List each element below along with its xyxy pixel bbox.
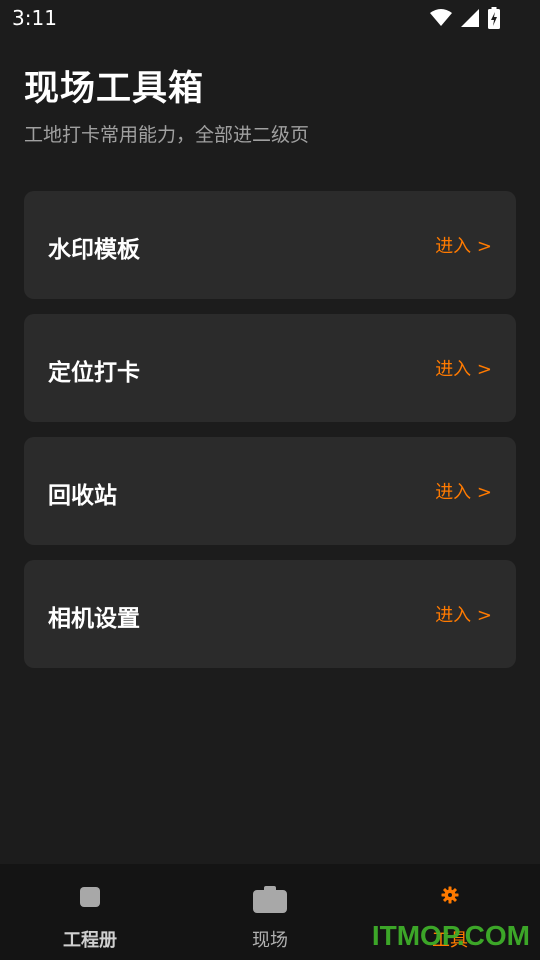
- enter-link[interactable]: 进入 >: [435, 478, 492, 504]
- card-camera-settings[interactable]: 相机设置 进入 >: [24, 560, 516, 668]
- wifi-icon: [430, 9, 452, 27]
- card-recycle-bin[interactable]: 回收站 进入 >: [24, 437, 516, 545]
- gear-icon: [441, 886, 459, 908]
- card-title: 定位打卡: [48, 360, 140, 386]
- nav-item-site[interactable]: 现场: [180, 864, 360, 960]
- battery-charging-icon: [488, 7, 500, 29]
- status-time: 3:11: [12, 6, 57, 30]
- album-icon: [79, 886, 101, 912]
- camera-icon: [253, 886, 287, 918]
- watermark-logo: ITMOP.COM: [371, 920, 530, 951]
- card-title: 回收站: [48, 483, 117, 509]
- status-bar: 3:11: [0, 0, 540, 36]
- card-title: 水印模板: [48, 237, 140, 263]
- page-subtitle: 工地打卡常用能力，全部进二级页: [24, 124, 310, 146]
- nav-label: 工程册: [63, 930, 117, 951]
- enter-link[interactable]: 进入 >: [435, 355, 492, 381]
- cellular-signal-icon: [460, 8, 480, 28]
- tool-card-list: 水印模板 进入 > 定位打卡 进入 > 回收站 进入 > 相机设置 进入 >: [24, 191, 516, 683]
- enter-link[interactable]: 进入 >: [435, 601, 492, 627]
- card-title: 相机设置: [48, 606, 140, 632]
- page-title: 现场工具箱: [24, 69, 205, 109]
- nav-label: 现场: [252, 930, 288, 951]
- nav-item-project-album[interactable]: 工程册: [0, 864, 180, 960]
- status-icons: [430, 7, 500, 29]
- card-watermark-template[interactable]: 水印模板 进入 >: [24, 191, 516, 299]
- card-location-checkin[interactable]: 定位打卡 进入 >: [24, 314, 516, 422]
- enter-link[interactable]: 进入 >: [435, 232, 492, 258]
